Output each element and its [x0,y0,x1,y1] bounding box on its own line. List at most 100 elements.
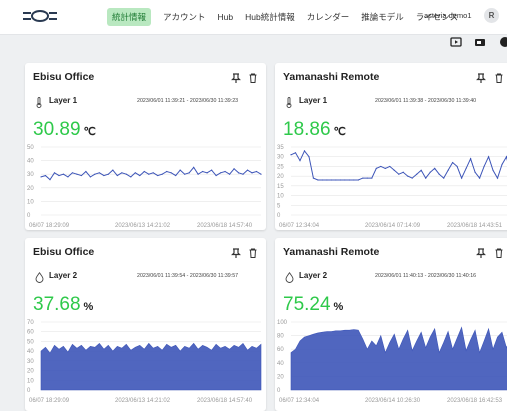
data-point [94,173,96,175]
value-unit: ℃ [83,126,96,138]
value-unit: % [83,301,94,313]
data-point [339,179,341,181]
y-tick-label: 100 [277,320,288,326]
avatar-initial: R [488,11,495,20]
data-point [89,176,91,178]
data-point [407,175,409,177]
pin-icon[interactable] [230,246,242,258]
data-point [251,172,253,174]
layer-label: Layer 2 [49,271,78,280]
pin-icon[interactable] [230,71,242,83]
data-point [188,172,190,174]
data-point [152,172,154,174]
trash-icon[interactable] [247,246,259,258]
layer-label: Layer 2 [299,271,328,280]
date-range: 2023/06/01 11:39:38 - 2023/06/30 11:39:4… [375,98,477,104]
trash-icon[interactable] [493,71,505,83]
data-point [224,170,226,173]
x-tick-label: 2023/06/18 14:57:40 [197,398,253,404]
y-tick-label: 20 [27,369,34,375]
x-tick-label: 06/07 12:34:04 [279,223,320,229]
nav-item-inference-model[interactable]: 推論モデル [361,11,404,23]
y-tick-label: 50 [27,339,34,345]
more-icon[interactable] [499,35,507,53]
y-tick-label: 15 [277,184,284,190]
x-tick-label: 06/07 18:29:09 [29,223,70,229]
avatar[interactable]: R [484,8,499,23]
data-point [85,170,87,173]
y-tick-label: 20 [277,374,284,380]
data-point [211,169,213,171]
data-point [353,179,355,181]
data-point [317,179,319,181]
y-tick-label: 40 [27,349,34,355]
data-point [501,163,503,166]
data-point [456,165,458,168]
nav-item-hub[interactable]: Hub [218,12,234,22]
data-point [469,158,472,160]
data-point [184,173,186,175]
widget-card: Yamanashi Remote Layer 2 2023/06/01 11:4… [275,238,507,411]
series-line [40,166,262,181]
widget-card: Yamanashi Remote Layer 1 2023/06/01 11:3… [275,63,507,230]
nav-item-calendar[interactable]: カレンダー [307,11,350,23]
data-point [461,177,463,179]
data-point [393,169,395,171]
x-tick-label: 2023/06/14 07:14:09 [365,223,421,229]
data-point [175,174,177,177]
pin-icon[interactable] [475,246,487,258]
nav-item-hub-statistics[interactable]: Hub統計情報 [245,11,295,23]
data-point [112,169,114,171]
humidity-area-chart: 70 60 50 40 30 20 10 0 06/07 18:29:09 2023/06/13 … [27,320,262,404]
play-icon[interactable] [450,35,462,53]
data-point [294,152,297,154]
card-title: Ebisu Office [33,71,95,83]
trash-icon[interactable] [247,71,259,83]
x-tick-label: 2023/06/18 14:43:51 [447,223,503,229]
temperature-line-chart: 50 40 30 20 10 0 06/07 18:29:09 2023/06/13 14:2… [27,145,262,229]
data-point [67,176,69,178]
data-point [228,173,231,175]
value-number: 75.24 [283,294,331,315]
top-navigation-bar: 統計情報 アカウント Hub Hub統計情報 カレンダー 推論モデル ライセンス… [0,0,507,35]
data-point [384,167,386,169]
nav-item-account[interactable]: アカウント [163,11,206,23]
data-point [330,179,333,181]
data-point [233,168,235,170]
humidity-area-chart: 100 80 60 40 20 0 06/07 12:34:04 2023/06/14 10:… [277,320,507,404]
data-point [299,160,301,162]
data-point [121,172,123,174]
value-number: 18.86 [283,119,331,140]
data-point [80,174,83,177]
y-tick-label: 70 [27,320,34,326]
data-point [103,174,105,177]
x-tick-label: 2023/06/18 16:42:53 [447,398,503,404]
data-point [326,179,328,181]
y-tick-label: 40 [277,361,284,367]
data-point [116,174,118,177]
data-point [62,173,65,175]
trash-icon[interactable] [493,246,505,258]
data-point [344,179,346,181]
pin-icon[interactable] [475,71,487,83]
data-point [434,167,436,169]
user-name[interactable]: asteria demo1 [424,11,472,20]
card-title: Yamanashi Remote [283,246,380,258]
data-point [76,173,78,175]
data-point [290,154,292,156]
app-logo-icon[interactable] [22,9,58,28]
data-point [348,179,350,181]
y-tick-label: 25 [277,164,284,170]
data-point [335,179,337,181]
data-point [312,177,315,179]
data-point [380,165,382,168]
droplet-icon [35,270,44,288]
y-tick-label: 30 [27,359,34,365]
series-line [290,149,507,181]
data-point [366,177,368,179]
y-tick-label: 30 [27,172,34,178]
nav-item-statistics[interactable]: 統計情報 [107,8,152,26]
x-tick-label: 2023/06/18 14:57:40 [197,223,253,229]
window-icon[interactable] [474,35,486,53]
layer-label: Layer 1 [299,96,328,105]
